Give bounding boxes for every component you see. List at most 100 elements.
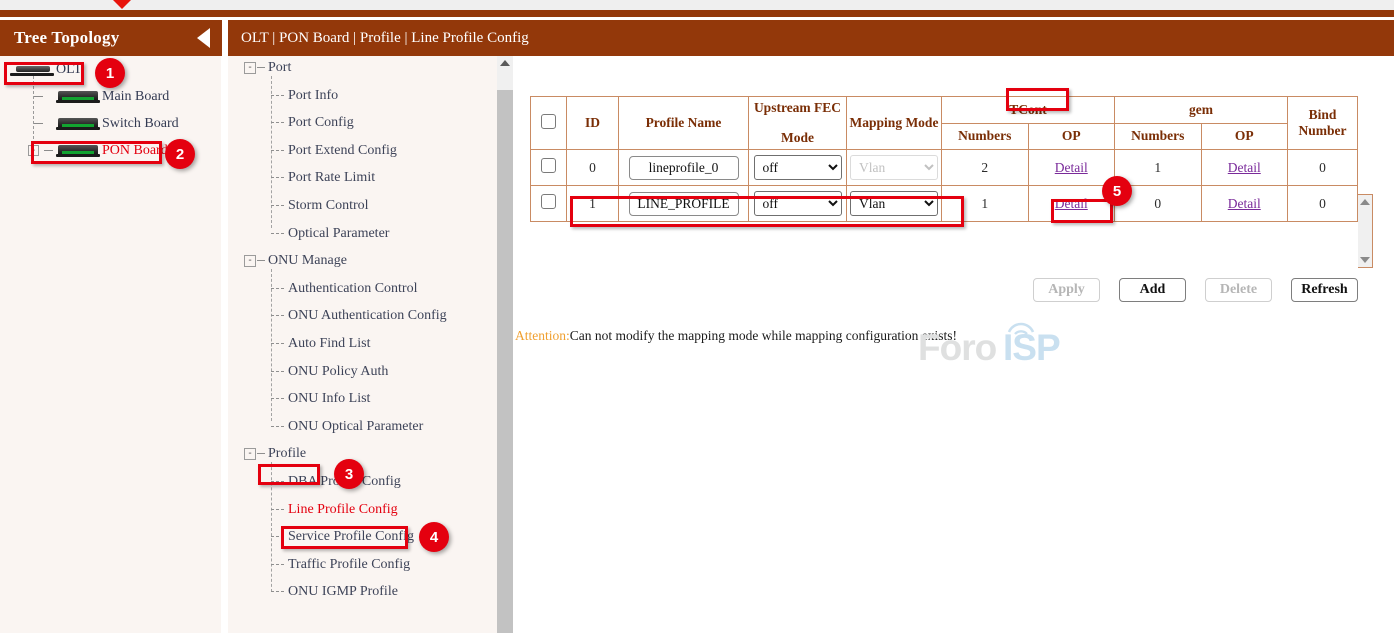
row-select-cell <box>531 150 567 186</box>
header-upstream-fec-mode: Upstream FEC Mode <box>749 97 847 150</box>
row-mapping-cell: Vlan <box>847 150 942 186</box>
annotation-badge-5: 5 <box>1102 176 1132 206</box>
scroll-up-icon[interactable] <box>1360 199 1370 205</box>
top-background-strip <box>0 0 1394 10</box>
annotation-badge-1: 1 <box>95 58 125 88</box>
menu-item-label: ONU Policy Auth <box>288 364 388 380</box>
menu-item-port-extend-config[interactable]: Port Extend Config <box>228 139 496 167</box>
menu-item-label: Auto Find List <box>288 336 370 352</box>
upstream-fec-mode-select[interactable]: off <box>754 155 842 180</box>
device-icon <box>56 90 100 103</box>
header-tcont-numbers: Numbers <box>942 123 1029 150</box>
annotation-box-profile <box>258 464 320 485</box>
menu-item-onu-igmp-profile[interactable]: ONU IGMP Profile <box>228 580 496 608</box>
annotation-box-line-profile-config <box>281 526 408 549</box>
menu-item-onu-authentication-config[interactable]: ONU Authentication Config <box>228 304 496 332</box>
expander-icon[interactable]: - <box>244 62 256 74</box>
tree-node-label: Switch Board <box>102 116 179 132</box>
header-gem: gem <box>1115 97 1288 124</box>
annotation-badge-2: 2 <box>165 139 195 169</box>
header-bind-line2: Number <box>1290 123 1355 139</box>
table-rows-scrollbar[interactable] <box>1358 194 1373 268</box>
menu-item-onu-optical-parameter[interactable]: ONU Optical Parameter <box>228 415 496 443</box>
menu-item-label: Storm Control <box>288 198 369 214</box>
menu-group-label: Profile <box>268 446 306 462</box>
add-button[interactable]: Add <box>1119 278 1186 302</box>
menu-item-auto-find-list[interactable]: Auto Find List <box>228 332 496 360</box>
menu-item-label: Port Config <box>288 115 354 131</box>
annotation-box-olt <box>4 62 84 85</box>
menu-group-label: ONU Manage <box>268 253 347 269</box>
row-id: 0 <box>567 150 619 186</box>
tree-connector-dash <box>34 96 43 97</box>
menu-item-traffic-profile-config[interactable]: Traffic Profile Config <box>228 553 496 581</box>
header-gem-op: OP <box>1201 123 1288 150</box>
menu-group-onu-manage[interactable]: - ONU Manage <box>228 249 496 277</box>
scroll-down-icon[interactable] <box>1360 257 1370 263</box>
menu-item-label: ONU Info List <box>288 391 370 407</box>
profile-name-input[interactable] <box>629 156 739 180</box>
tree-node-switch-board[interactable]: Switch Board <box>56 110 179 137</box>
menu-item-label: Port Info <box>288 88 338 104</box>
menu-item-storm-control[interactable]: Storm Control <box>228 194 496 222</box>
row-checkbox[interactable] <box>541 158 556 173</box>
expander-icon[interactable]: - <box>244 255 256 267</box>
menu-item-port-config[interactable]: Port Config <box>228 111 496 139</box>
breadcrumb: OLT | PON Board | Profile | Line Profile… <box>228 20 1394 56</box>
menu-scrollbar[interactable] <box>497 56 513 633</box>
header-gem-numbers: Numbers <box>1115 123 1202 150</box>
menu-item-label: Traffic Profile Config <box>288 557 410 573</box>
apply-button: Apply <box>1033 278 1100 302</box>
refresh-button[interactable]: Refresh <box>1291 278 1358 302</box>
header-bind-number: Bind Number <box>1288 97 1358 150</box>
annotation-box-tcont-detail <box>1051 199 1113 223</box>
tree-topology-title: Tree Topology <box>14 28 119 48</box>
row-bind-number: 0 <box>1288 150 1358 186</box>
collapse-panel-icon[interactable] <box>197 28 210 48</box>
menu-item-optical-parameter[interactable]: Optical Parameter <box>228 222 496 250</box>
mapping-mode-select: Vlan <box>850 155 938 180</box>
row-checkbox[interactable] <box>541 194 556 209</box>
row-tcont-numbers: 2 <box>942 150 1029 186</box>
device-icon <box>56 117 100 130</box>
annotation-box-row-1 <box>570 196 964 227</box>
menu-item-port-info[interactable]: Port Info <box>228 84 496 112</box>
row-fec-cell: off <box>749 150 847 186</box>
menu-group-port[interactable]: - Port <box>228 56 496 84</box>
header-select <box>531 97 567 150</box>
gem-detail-link[interactable]: Detail <box>1228 196 1261 211</box>
header-id: ID <box>567 97 619 150</box>
menu-item-label: Port Extend Config <box>288 143 397 159</box>
expander-icon[interactable]: - <box>244 448 256 460</box>
header-tcont-op: OP <box>1028 123 1115 150</box>
menu-item-onu-policy-auth[interactable]: ONU Policy Auth <box>228 360 496 388</box>
delete-button: Delete <box>1205 278 1272 302</box>
row-profile-name-cell <box>619 150 749 186</box>
scrollbar-thumb[interactable] <box>497 90 513 633</box>
menu-item-label: ONU IGMP Profile <box>288 584 398 600</box>
tcont-detail-link[interactable]: Detail <box>1055 160 1088 175</box>
tree-topology-header: Tree Topology <box>0 20 222 56</box>
menu-item-label: ONU Authentication Config <box>288 308 447 324</box>
scroll-up-icon[interactable] <box>500 60 510 66</box>
header-upstream-fec-line1: Upstream FEC <box>751 100 844 116</box>
watermark: Foro ISP <box>918 319 1063 371</box>
menu-item-authentication-control[interactable]: Authentication Control <box>228 277 496 305</box>
select-all-checkbox[interactable] <box>541 114 556 129</box>
watermark-part2: ISP <box>1003 327 1060 369</box>
row-gem-op: Detail <box>1201 186 1288 222</box>
header-profile-name: Profile Name <box>619 97 749 150</box>
menu-item-line-profile-config[interactable]: Line Profile Config <box>228 498 496 526</box>
menu-item-label: Port Rate Limit <box>288 170 375 186</box>
header-upstream-fec-line2: Mode <box>751 130 844 146</box>
annotation-badge-4: 4 <box>419 522 449 552</box>
menu-item-onu-info-list[interactable]: ONU Info List <box>228 387 496 415</box>
wifi-arc-icon <box>1006 319 1036 335</box>
gem-detail-link[interactable]: Detail <box>1228 160 1261 175</box>
menu-group-label: Port <box>268 60 291 76</box>
app-window: Tree Topology - OLT Main Board <box>0 0 1394 633</box>
tree-connector-dash <box>34 123 43 124</box>
menu-item-port-rate-limit[interactable]: Port Rate Limit <box>228 166 496 194</box>
header-bind-line1: Bind <box>1290 107 1355 123</box>
annotation-badge-3: 3 <box>334 459 364 489</box>
